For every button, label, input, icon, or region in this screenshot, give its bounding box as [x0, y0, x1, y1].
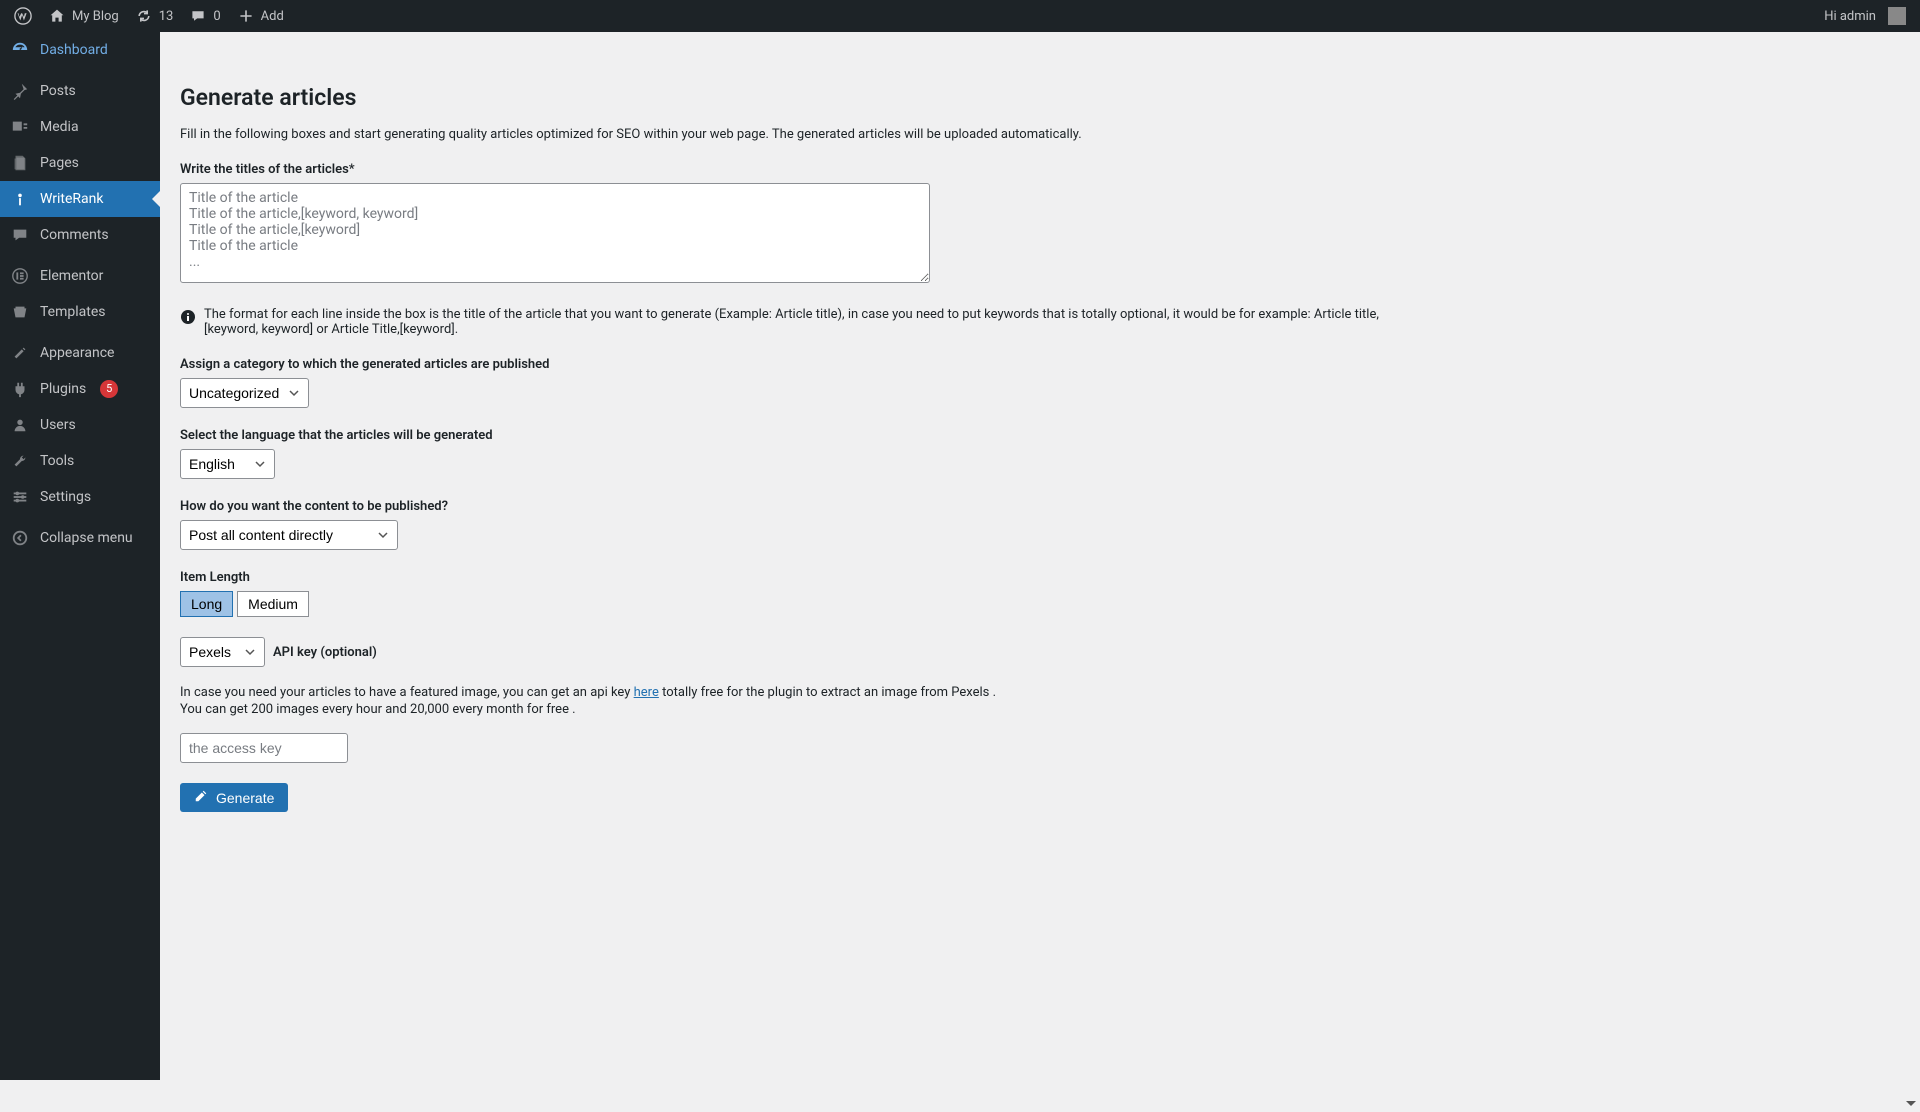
- sidebar-label: Posts: [40, 83, 76, 99]
- templates-icon: [10, 302, 30, 322]
- sidebar-label: WriteRank: [40, 191, 104, 207]
- collapse-icon: [10, 528, 30, 548]
- language-select[interactable]: English: [180, 449, 275, 479]
- settings-icon: [10, 487, 30, 507]
- users-icon: [10, 415, 30, 435]
- sidebar-label: Plugins: [40, 381, 86, 397]
- user-menu[interactable]: Hi admin: [1816, 0, 1914, 32]
- generate-button[interactable]: Generate: [180, 783, 288, 812]
- tools-icon: [10, 451, 30, 471]
- add-new-link[interactable]: Add: [229, 0, 292, 32]
- sidebar-item-tools[interactable]: Tools: [0, 443, 160, 479]
- avatar: [1888, 7, 1906, 25]
- site-link[interactable]: My Blog: [40, 0, 127, 32]
- help-text-2: You can get 200 images every hour and 20…: [180, 702, 1900, 717]
- sidebar-label: Users: [40, 417, 76, 433]
- publish-label: How do you want the content to be publis…: [180, 499, 1900, 514]
- refresh-icon: [135, 7, 153, 25]
- generate-label: Generate: [216, 790, 274, 806]
- language-label: Select the language that the articles wi…: [180, 428, 1900, 443]
- sidebar-label: Tools: [40, 453, 74, 469]
- image-source-select[interactable]: Pexels: [180, 637, 265, 667]
- pencil-icon: [194, 789, 208, 806]
- sidebar-item-media[interactable]: Media: [0, 109, 160, 145]
- admin-sidebar: Dashboard Posts Media Pages WriteRank Co…: [0, 32, 160, 1080]
- sidebar-item-users[interactable]: Users: [0, 407, 160, 443]
- sidebar-item-plugins[interactable]: Plugins 5: [0, 371, 160, 407]
- wp-logo-menu[interactable]: [6, 0, 40, 32]
- length-long-button[interactable]: Long: [180, 591, 233, 617]
- sidebar-item-comments[interactable]: Comments: [0, 217, 160, 253]
- main-content: Generate articles Fill in the following …: [160, 64, 1920, 1112]
- greeting: Hi admin: [1824, 9, 1876, 24]
- sidebar-label: Settings: [40, 489, 91, 505]
- updates-link[interactable]: 13: [127, 0, 182, 32]
- media-icon: [10, 117, 30, 137]
- sidebar-item-appearance[interactable]: Appearance: [0, 335, 160, 371]
- publish-select[interactable]: Post all content directly: [180, 520, 398, 550]
- comments-link[interactable]: 0: [181, 0, 228, 32]
- sidebar-item-pages[interactable]: Pages: [0, 145, 160, 181]
- length-medium-button[interactable]: Medium: [237, 591, 309, 617]
- sidebar-item-posts[interactable]: Posts: [0, 73, 160, 109]
- help-text-1: In case you need your articles to have a…: [180, 685, 1900, 700]
- admin-toolbar: My Blog 13 0 Add Hi admin: [0, 0, 1920, 32]
- add-label: Add: [261, 9, 284, 24]
- pages-icon: [10, 153, 30, 173]
- category-label: Assign a category to which the generated…: [180, 357, 1900, 372]
- sidebar-label: Collapse menu: [40, 530, 133, 546]
- appearance-icon: [10, 343, 30, 363]
- writerank-icon: [10, 189, 30, 209]
- plus-icon: [237, 7, 255, 25]
- plugins-badge: 5: [100, 380, 118, 398]
- sidebar-item-writerank[interactable]: WriteRank: [0, 181, 160, 217]
- sidebar-item-dashboard[interactable]: Dashboard: [0, 32, 160, 68]
- site-title: My Blog: [72, 9, 119, 24]
- category-select[interactable]: Uncategorized: [180, 378, 309, 408]
- titles-label: Write the titles of the articles*: [180, 162, 1900, 177]
- sidebar-label: Elementor: [40, 268, 103, 284]
- plugins-icon: [10, 379, 30, 399]
- page-description: Fill in the following boxes and start ge…: [180, 127, 1900, 142]
- scroll-down-indicator[interactable]: [1904, 1096, 1918, 1110]
- sidebar-label: Templates: [40, 304, 106, 320]
- length-label: Item Length: [180, 570, 1900, 585]
- sidebar-item-collapse[interactable]: Collapse menu: [0, 520, 160, 556]
- sidebar-label: Dashboard: [40, 42, 108, 58]
- dashboard-icon: [10, 40, 30, 60]
- elementor-icon: [10, 266, 30, 286]
- api-key-link[interactable]: here: [634, 685, 659, 700]
- wordpress-icon: [14, 7, 32, 25]
- comments-count: 0: [213, 9, 220, 24]
- sidebar-label: Comments: [40, 227, 109, 243]
- pin-icon: [10, 81, 30, 101]
- info-icon: [180, 309, 196, 325]
- sidebar-label: Media: [40, 119, 79, 135]
- sidebar-label: Pages: [40, 155, 79, 171]
- sidebar-item-templates[interactable]: Templates: [0, 294, 160, 330]
- api-key-label: API key (optional): [273, 645, 377, 660]
- sidebar-item-settings[interactable]: Settings: [0, 479, 160, 515]
- home-icon: [48, 7, 66, 25]
- titles-textarea[interactable]: [180, 183, 930, 283]
- comment-icon: [189, 7, 207, 25]
- format-info-text: The format for each line inside the box …: [204, 307, 1430, 337]
- sidebar-label: Appearance: [40, 345, 114, 361]
- sidebar-item-elementor[interactable]: Elementor: [0, 258, 160, 294]
- updates-count: 13: [159, 9, 174, 24]
- page-title: Generate articles: [180, 84, 1900, 111]
- api-key-input[interactable]: [180, 733, 348, 763]
- comment-icon: [10, 225, 30, 245]
